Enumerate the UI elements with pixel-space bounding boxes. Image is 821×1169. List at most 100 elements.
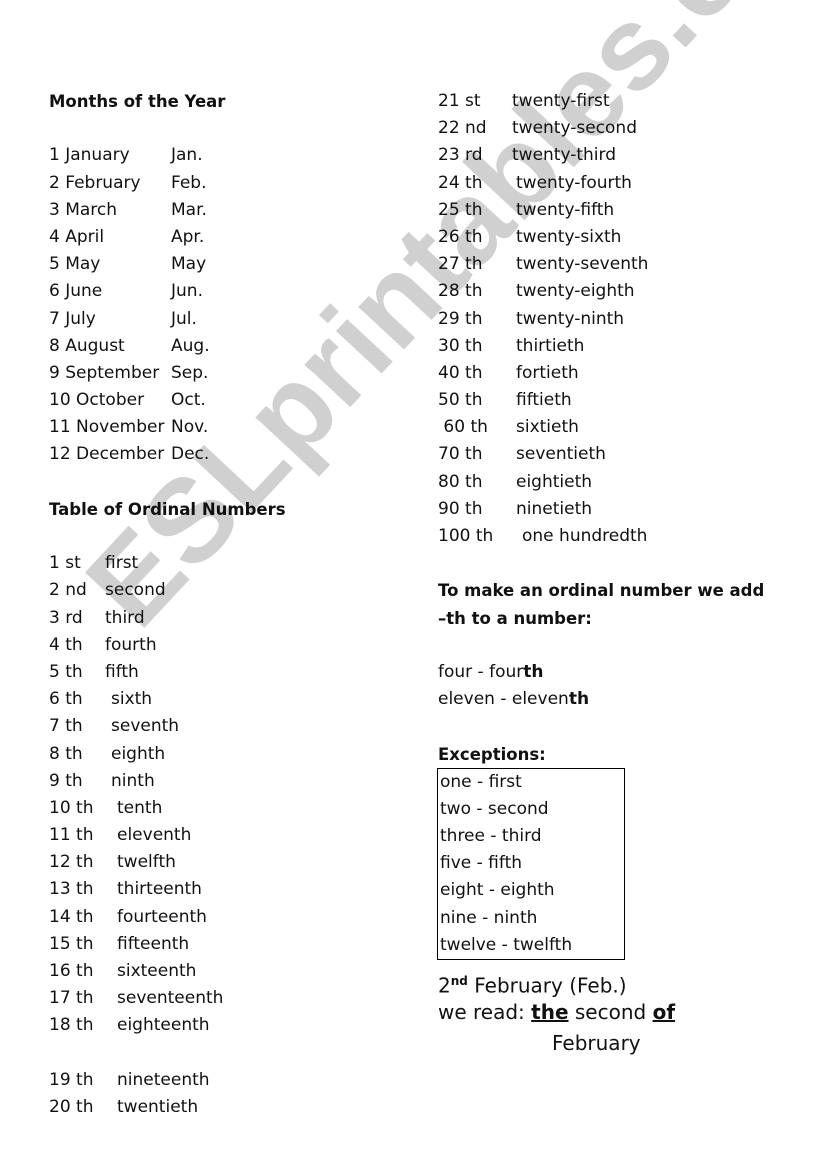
month-row: 6 June Jun. [49, 278, 409, 305]
ordinal-row: 40 th fortieth [438, 360, 798, 387]
ordinal-row-number: 13 th [49, 879, 94, 900]
ordinal-row: 14 th fourteenth [49, 904, 409, 931]
ordinal-row: 1 st first [49, 550, 409, 577]
ordinal-row: 21 st twenty-first [438, 88, 798, 115]
rule-example: eleven - eleventh [438, 686, 798, 713]
ordinal-row: 13 th thirteenth [49, 876, 409, 903]
ordinal-row-word: eighteenth [117, 1015, 210, 1036]
ordinal-row-word: thirteenth [117, 879, 202, 900]
ordinal-row-word: twenty-ninth [516, 308, 625, 329]
ordinal-row-number: 60 th [438, 417, 488, 438]
ordinal-row-number: 7 th [49, 716, 83, 737]
ordinals-list-21-100: 21 st twenty-first 22 nd twenty-second 23 rd… [438, 88, 798, 550]
month-row: 10 October Oct. [49, 387, 409, 414]
rule-heading-line1: To make an ordinal number we add [438, 581, 765, 601]
ordinal-row-number: 26 th [438, 226, 483, 247]
ordinal-row: 4 th fourth [49, 632, 409, 659]
ordinal-row: 9 th ninth [49, 768, 409, 795]
ordinal-row-number: 23 rd [438, 145, 483, 166]
ordinal-row: 80 th eightieth [438, 469, 798, 496]
month-row-number: 10 October [49, 390, 145, 411]
month-row-number: 4 April [49, 226, 105, 247]
ordinal-row: 90 th ninetieth [438, 496, 798, 523]
ordinal-row-number: 2 nd [49, 580, 87, 601]
ordinal-row-word: sixtieth [516, 417, 579, 438]
month-row-word: Dec. [171, 444, 210, 465]
ordinal-row-number: 100 th [438, 526, 494, 546]
ordinal-row: 50 th fiftieth [438, 387, 798, 414]
month-row-number: 8 August [49, 335, 125, 356]
ordinal-row-word: sixteenth [117, 961, 197, 981]
month-row: 9 September Sep. [49, 360, 409, 387]
ordinal-row-number: 21 st [438, 91, 481, 111]
month-row-word: Nov. [171, 417, 209, 438]
ordinal-row-word: fifteenth [117, 933, 190, 954]
ordinal-row-word: twenty-sixth [516, 226, 622, 247]
ordinal-row-word: fifth [105, 661, 139, 682]
ordinal-row-number: 24 th [438, 172, 483, 193]
date-reading: we read: the second of [438, 997, 798, 1028]
ordinal-row: 23 rd twenty-third [438, 142, 798, 169]
ordinals-heading: Table of Ordinal Numbers [49, 499, 286, 519]
ordinal-row-number: 17 th [49, 988, 94, 1009]
ordinal-row-word: ninetieth [516, 498, 593, 519]
ordinal-row-word: eightieth [516, 471, 593, 492]
ordinal-row-number: 19 th [49, 1069, 94, 1090]
ordinal-row: 22 nd twenty-second [438, 115, 798, 142]
ordinal-row-word: twenty-seventh [516, 254, 649, 275]
ordinal-row-number: 50 th [438, 390, 483, 411]
month-row: 7 July Jul. [49, 306, 409, 333]
exception-item: eight - eighth [440, 880, 555, 901]
reading-of: of [652, 1000, 676, 1024]
ordinal-row-number: 6 th [49, 689, 83, 710]
ordinal-row-word: seventh [111, 716, 180, 737]
exceptions-heading: Exceptions: [438, 744, 546, 764]
ordinal-row: 25 th twenty-fifth [438, 197, 798, 224]
ordinal-row-word: thirtieth [516, 335, 585, 356]
ordinal-row: 19 th nineteenth [49, 1067, 409, 1094]
ordinal-row-number: 1 st [49, 553, 81, 574]
ordinal-row-word: one hundredth [522, 526, 648, 546]
ordinal-row-number: 14 th [49, 906, 94, 927]
month-row: 4 April Apr. [49, 224, 409, 251]
ordinal-row-word: tenth [117, 797, 163, 818]
ordinal-row: 27 th twenty-seventh [438, 251, 798, 278]
date-rest: February (Feb.) [467, 973, 627, 998]
ordinal-row-number: 10 th [49, 797, 94, 818]
ordinal-row-word: fiftieth [516, 390, 572, 411]
example-base: eleven - eleven [438, 689, 569, 710]
ordinals-list-19-20: 19 th nineteenth 20 th twentieth [49, 1067, 409, 1121]
ordinal-row-word: seventieth [516, 444, 606, 465]
right-column: 21 st twenty-first 22 nd twenty-second 23 rd… [437, 88, 798, 1059]
month-row-word: Jan. [171, 145, 203, 166]
exception-item: five - fifth [440, 853, 523, 874]
ordinal-row-number: 4 th [49, 634, 83, 655]
left-column: Months of the Year 1 January Jan. 2 Februa… [49, 88, 409, 1121]
month-row-number: 3 March [49, 199, 118, 220]
month-row: 11 November Nov. [49, 414, 409, 441]
ordinal-row-word: third [105, 607, 145, 628]
month-row: 8 August Aug. [49, 333, 409, 360]
ordinal-row-number: 20 th [49, 1096, 94, 1117]
exception-item: one - first [440, 771, 522, 792]
exception-item: three - third [440, 826, 542, 847]
ordinal-row: 29 th twenty-ninth [438, 306, 798, 333]
ordinal-row-word: twenty-first [512, 91, 610, 111]
month-row-number: 1 January [49, 145, 130, 166]
ordinal-row: 70 th seventieth [438, 441, 798, 468]
ordinal-row-number: 80 th [438, 471, 483, 492]
exception-item: two - second [440, 798, 549, 819]
ordinal-row-number: 28 th [438, 281, 483, 302]
ordinal-row: 8 th eighth [49, 741, 409, 768]
ordinal-row-word: eighth [111, 743, 166, 764]
ordinal-row-word: twelfth [117, 852, 176, 873]
ordinal-row-number: 29 th [438, 308, 483, 329]
ordinal-row: 11 th eleventh [49, 822, 409, 849]
ordinal-row-word: second [105, 580, 166, 601]
month-row-number: 6 June [49, 281, 103, 302]
example-suffix: th [523, 661, 544, 682]
exception-item: nine - ninth [440, 907, 538, 928]
ordinal-row-word: seventeenth [117, 988, 224, 1009]
ordinal-row: 15 th fifteenth [49, 931, 409, 958]
month-row-word: Mar. [171, 199, 207, 220]
